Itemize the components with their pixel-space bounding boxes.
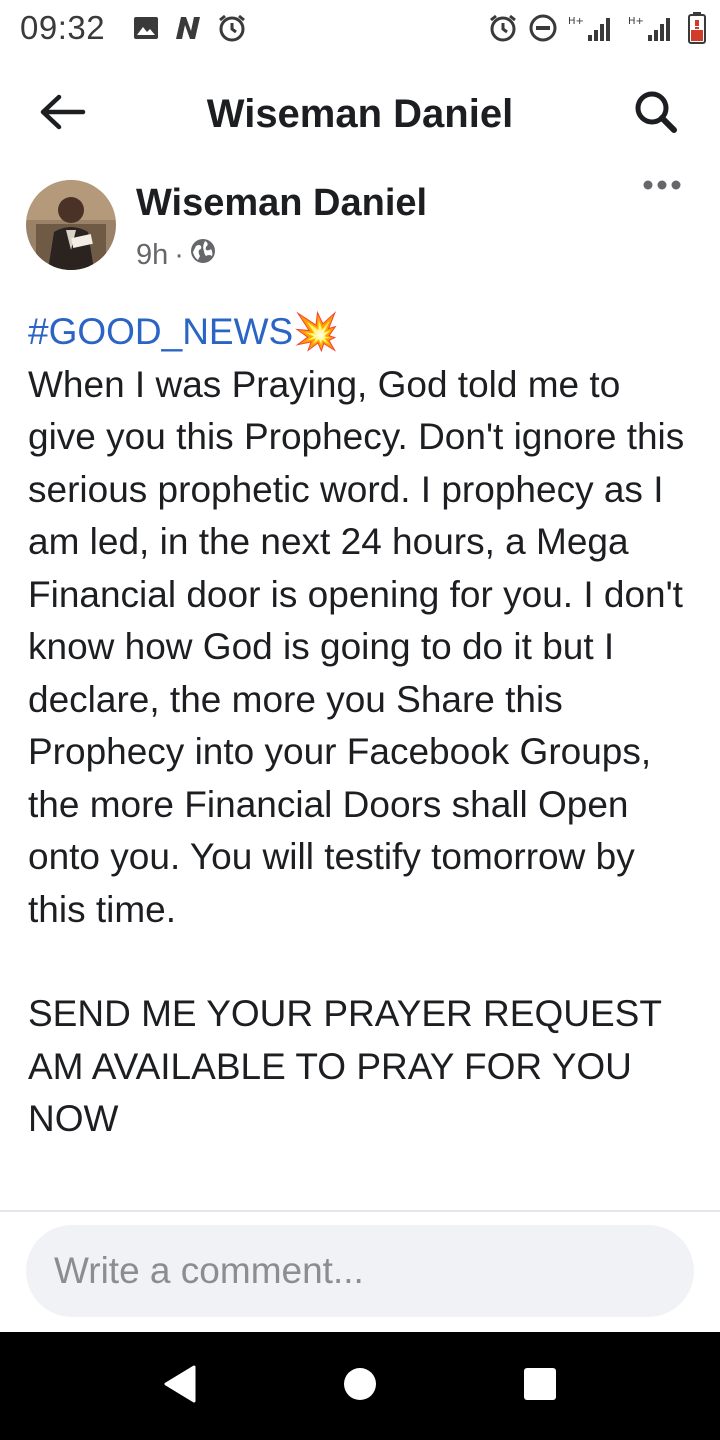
triangle-back-icon	[162, 1364, 198, 1409]
search-icon	[633, 89, 679, 140]
post-header: Wiseman Daniel 9h ·	[26, 178, 696, 274]
post-text: When I was Praying, God told me to give …	[28, 363, 695, 930]
comment-input[interactable]: Write a comment...	[26, 1225, 694, 1317]
prayer-request-text: SEND ME YOUR PRAYER REQUEST AM AVAILABLE…	[28, 993, 670, 1139]
signal-h-plus-icon: H+	[568, 13, 618, 43]
globe-icon	[190, 238, 216, 272]
more-horizontal-icon	[642, 178, 682, 196]
battery-icon	[688, 12, 706, 44]
post-body: #GOOD_NEWS💥 When I was Praying, God told…	[28, 306, 698, 1146]
avatar[interactable]	[26, 180, 116, 270]
nav-back-button[interactable]	[156, 1362, 204, 1410]
divider	[0, 1210, 720, 1212]
post-time[interactable]: 9h	[136, 239, 168, 272]
svg-text:H+: H+	[568, 16, 584, 27]
meta-separator: ·	[174, 238, 184, 271]
nav-home-button[interactable]	[336, 1362, 384, 1410]
more-options-button[interactable]	[634, 178, 690, 218]
status-left-icons	[133, 13, 247, 43]
status-bar: 09:32 H+ H+	[0, 0, 720, 56]
nav-recents-button[interactable]	[516, 1362, 564, 1410]
navigation-bar	[0, 1332, 720, 1440]
circle-home-icon	[342, 1366, 378, 1407]
alarm-icon	[217, 13, 247, 43]
square-recents-icon	[523, 1367, 557, 1406]
top-bar: Wiseman Daniel	[0, 72, 720, 156]
author-name[interactable]: Wiseman Daniel	[136, 182, 427, 225]
page-title: Wiseman Daniel	[206, 92, 514, 136]
post-meta: 9h ·	[136, 238, 216, 272]
comment-placeholder: Write a comment...	[54, 1250, 364, 1291]
status-right-icons: H+ H+	[488, 12, 706, 44]
image-icon	[133, 16, 159, 40]
status-time: 09:32	[20, 9, 106, 46]
signal-h-plus-icon: H+	[628, 13, 678, 43]
hashtag-link[interactable]: #GOOD_NEWS	[28, 311, 293, 352]
alarm-icon	[488, 13, 518, 43]
do-not-disturb-icon	[528, 13, 558, 43]
svg-text:H+: H+	[628, 16, 644, 27]
hashtag-line: #GOOD_NEWS💥	[28, 306, 698, 359]
n-notification-icon	[173, 15, 203, 41]
collision-emoji: 💥	[293, 311, 340, 352]
search-button[interactable]	[628, 88, 684, 140]
